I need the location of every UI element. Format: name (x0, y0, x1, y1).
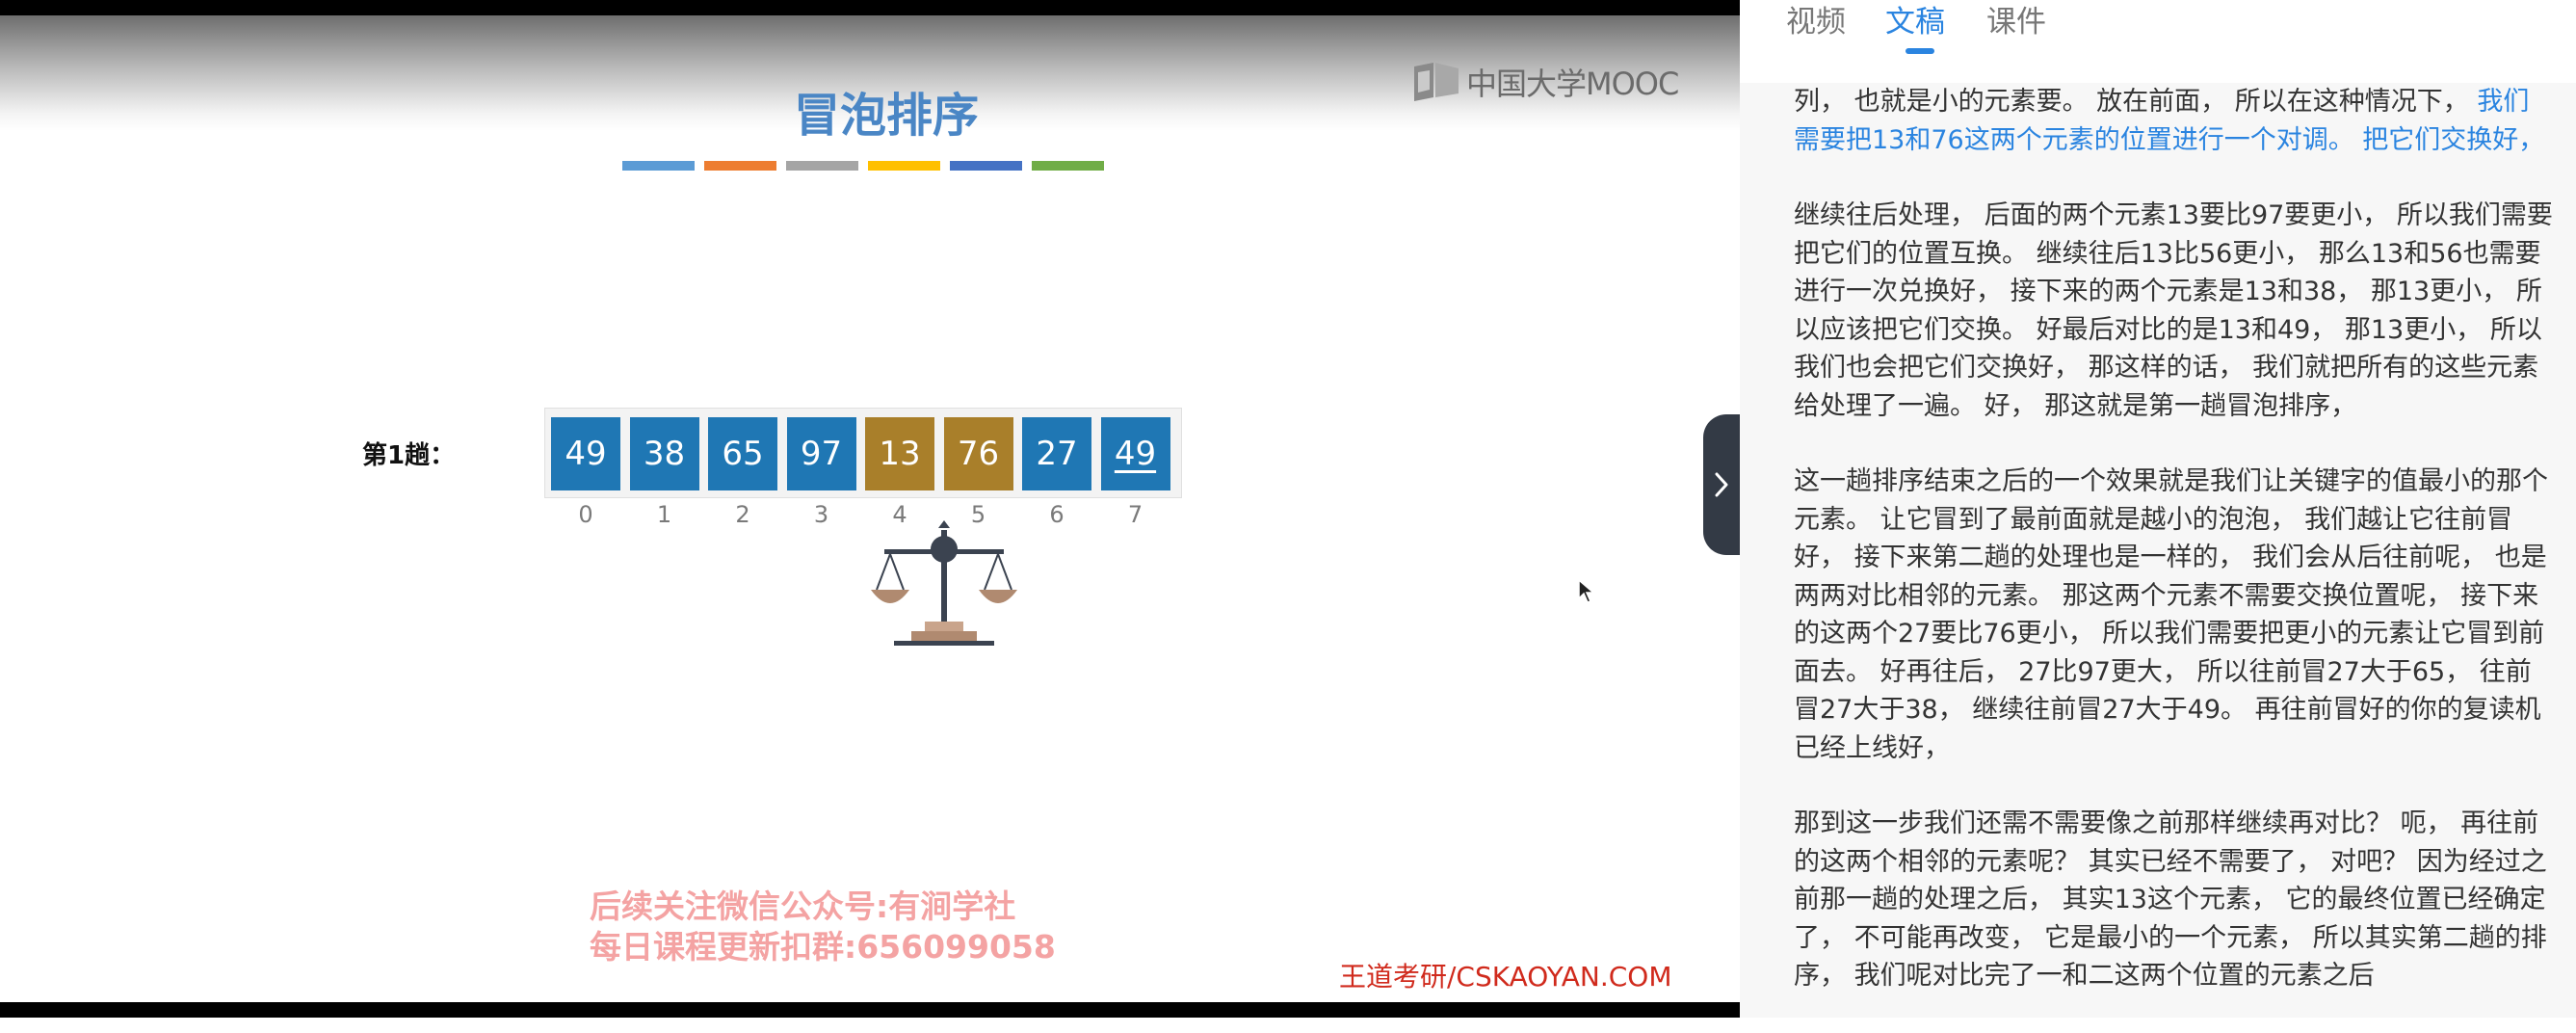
letterbox-top (0, 0, 1740, 15)
transcript-paragraph[interactable]: 这一趟排序结束之后的一个效果就是我们让关键字的值最小的那个元素。 让它冒到了最前… (1794, 463, 2555, 767)
mouse-cursor-icon (1578, 579, 1595, 603)
transcript-text: 列， 也就是小的元素要。 放在前面， 所以在这种情况下， (1794, 87, 2478, 117)
array-index: 1 (656, 501, 672, 528)
array-index: 6 (1049, 501, 1065, 528)
array-cell: 65 (708, 417, 777, 490)
transcript-paragraph[interactable]: 列， 也就是小的元素要。 放在前面， 所以在这种情况下， 我们需要把13和76这… (1794, 83, 2555, 159)
tab-bar: 视频 文稿 课件 (1740, 0, 2576, 83)
balance-scale-icon (871, 520, 1017, 646)
transcript-paragraph[interactable]: 继续往后处理， 后面的两个元素13要比97要更小， 所以我们需要把它们的位置互换… (1794, 197, 2555, 425)
color-strip-segment (786, 161, 858, 171)
array-cell: 27 (1022, 417, 1091, 490)
slide-title: 冒泡排序 (793, 89, 979, 143)
transcript-paragraph[interactable]: 那到这一步我们还需不需要像之前那样继续再对比？ 呃， 再往前的这两个相邻的元素呢… (1794, 805, 2555, 995)
promo-text: 后续关注微信公众号:有涧学社 每日课程更新扣群:656099058 (590, 887, 1056, 967)
array-cell: 97 (786, 417, 856, 490)
array-index: 2 (735, 501, 750, 528)
active-tab-indicator (1906, 48, 1934, 54)
tab-transcript[interactable]: 文稿 (1885, 0, 1945, 44)
array-cell: 49 (551, 417, 620, 490)
transcript[interactable]: 列， 也就是小的元素要。 放在前面， 所以在这种情况下， 我们需要把13和76这… (1794, 83, 2555, 1033)
pass-label: 第1趟： (362, 441, 456, 470)
array-index: 0 (578, 501, 593, 528)
video-player[interactable]: 中国大学MOOC 冒泡排序 第1趟： 49 0 38 1 65 2 97 3 13 4 76 5 27 6… (0, 0, 1740, 1018)
color-strip-segment (1032, 161, 1104, 171)
color-strip-segment (704, 161, 776, 171)
array-index: 3 (813, 501, 829, 528)
color-strip-segment (868, 161, 940, 171)
brand-watermark: 王道考研/CSKAOYAN.COM (1339, 961, 1672, 993)
promo-line-2: 每日课程更新扣群:656099058 (590, 928, 1056, 966)
tab-courseware[interactable]: 课件 (1986, 0, 2046, 44)
array-cell: 49 (1100, 417, 1170, 490)
collapse-panel-button[interactable] (1703, 414, 1740, 555)
array-index: 7 (1127, 501, 1143, 528)
color-strip-segment (950, 161, 1022, 171)
letterbox-bottom (0, 1002, 1740, 1018)
tab-video[interactable]: 视频 (1786, 0, 1846, 44)
color-strip (622, 161, 1104, 171)
color-strip-segment (622, 161, 695, 171)
array-cell: 13 (865, 417, 934, 490)
promo-line-1: 后续关注微信公众号:有涧学社 (590, 887, 1016, 925)
array-cell: 38 (629, 417, 699, 490)
chevron-right-icon (1715, 472, 1728, 497)
array-cell: 76 (943, 417, 1013, 490)
